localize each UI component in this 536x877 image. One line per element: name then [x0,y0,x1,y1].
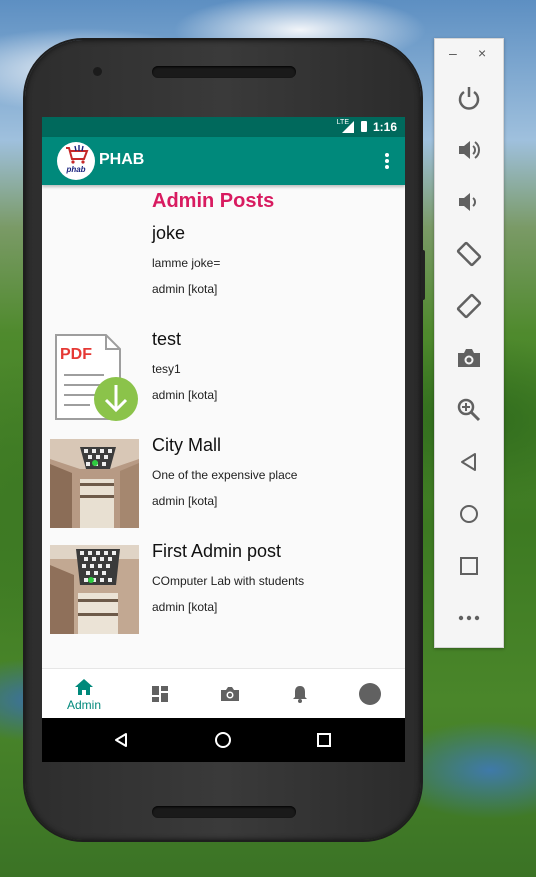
post-description: One of the expensive place [152,468,298,482]
camera-icon [458,349,480,367]
dashboard-icon [152,686,168,702]
list-item[interactable]: City Mall One of the expensive place adm… [42,435,405,535]
status-time: 1:16 [372,120,397,134]
post-description: COmputer Lab with students [152,574,305,588]
post-title: test [152,329,182,349]
post-author: admin [kota] [152,600,218,614]
post-description: lamme joke= [152,256,221,270]
nav-profile[interactable] [340,669,400,719]
posts-list[interactable]: Admin Posts joke lamme joke= admin [kota… [42,185,405,668]
recents-icon[interactable] [316,732,332,748]
screenshot-button[interactable] [435,337,503,377]
rotate-right-icon [456,293,482,319]
home-icon [460,505,478,523]
rotate-right-button[interactable] [435,285,503,325]
list-item[interactable]: First Admin post COmputer Lab with stude… [42,541,405,641]
overview-button[interactable] [435,545,503,585]
nav-camera[interactable] [200,669,260,719]
volume-down-icon [459,193,476,211]
close-button[interactable]: × [478,45,486,61]
back-icon[interactable] [113,732,129,748]
nav-notifications[interactable] [270,669,330,719]
nav-dashboard[interactable] [130,669,190,719]
volume-up-icon [459,141,480,159]
device-screen: LTE 1:16 phab PHAB Admin Posts joke lamm… [42,117,405,762]
list-item[interactable]: PDF test tesy1 admin [kota] [42,329,405,429]
volume-up-button[interactable] [435,129,503,169]
power-icon [458,87,480,110]
post-photo [50,439,139,528]
bottom-navigation: Admin [42,668,405,719]
list-item[interactable]: joke lamme joke= admin [kota] [42,223,405,323]
zoom-button[interactable] [435,389,503,429]
app-logo: phab [57,142,95,180]
logo-text: phab [66,165,86,174]
battery-icon [361,121,367,132]
post-title: joke [152,223,186,243]
page-title: Admin Posts [152,190,275,212]
device-side-button[interactable] [421,250,425,300]
camera-icon [221,687,239,701]
minimize-button[interactable]: – [449,45,457,61]
status-bar: LTE 1:16 [42,117,405,137]
overview-icon [460,557,478,575]
app-bar: phab PHAB [42,137,405,185]
emulator-toolbar: – × [434,38,504,648]
cart-icon [66,145,89,164]
more-button[interactable] [435,597,503,637]
home-icon [75,679,93,695]
pdf-label: PDF [60,346,92,363]
rotate-left-button[interactable] [435,233,503,273]
post-title: First Admin post [152,541,282,561]
rotate-left-icon [456,241,482,267]
system-navigation-bar [42,718,405,762]
overflow-menu-icon[interactable] [385,153,389,169]
post-author: admin [kota] [152,388,218,402]
top-speaker [152,66,296,78]
front-camera [93,67,102,76]
app-title: PHAB [99,151,145,168]
avatar-icon [359,683,381,705]
post-photo [50,545,139,634]
post-title: City Mall [152,435,222,455]
nav-admin[interactable]: Admin [54,669,114,719]
back-icon [461,453,476,471]
zoom-icon [457,398,481,422]
back-button[interactable] [435,441,503,481]
bottom-speaker [152,806,296,818]
post-author: admin [kota] [152,494,218,508]
nav-label: Admin [66,698,101,712]
more-icon [458,615,480,621]
bell-icon [293,686,307,703]
pdf-download-icon: PDF [50,333,139,422]
volume-down-button[interactable] [435,181,503,221]
power-button[interactable] [435,77,503,117]
home-button[interactable] [435,493,503,533]
post-description: tesy1 [152,362,181,376]
home-button-icon[interactable] [214,731,232,749]
signal-icon [342,121,354,133]
post-author: admin [kota] [152,282,218,296]
